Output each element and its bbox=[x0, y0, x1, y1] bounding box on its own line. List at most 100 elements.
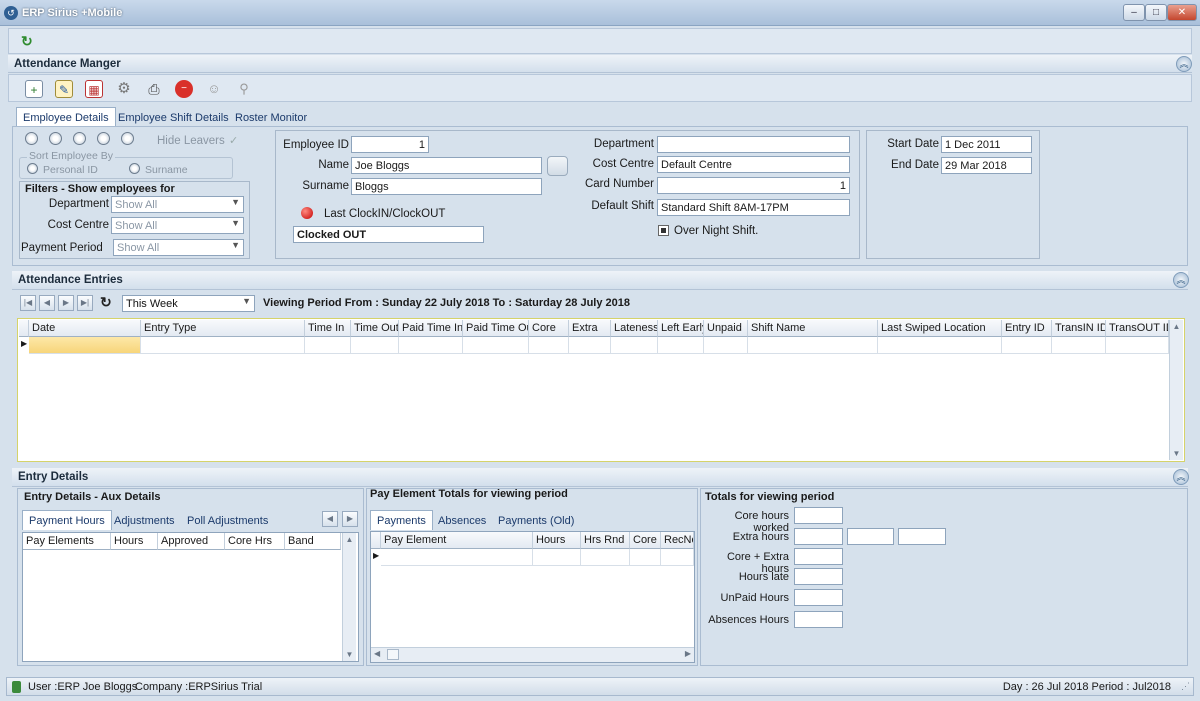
card-number-field[interactable]: 1 bbox=[657, 177, 850, 194]
table-cell[interactable] bbox=[569, 337, 611, 354]
settings-icon[interactable]: ⚙ bbox=[115, 80, 133, 98]
collapse-icon[interactable]: ︽ bbox=[1173, 272, 1189, 288]
tab-roster-monitor[interactable]: Roster Monitor bbox=[228, 107, 314, 127]
edit-icon[interactable]: ✎ bbox=[55, 80, 73, 98]
col-header[interactable]: Shift Name bbox=[748, 320, 878, 337]
table-cell[interactable] bbox=[658, 337, 704, 354]
sort-personal-radio[interactable] bbox=[27, 163, 38, 174]
print-icon[interactable]: ⎙ bbox=[145, 80, 163, 98]
col-header[interactable]: Time In bbox=[305, 320, 351, 337]
maximize-button[interactable]: □ bbox=[1145, 4, 1167, 21]
find-user-icon[interactable]: ⚲ bbox=[235, 80, 253, 98]
tab-payments[interactable]: Payments bbox=[370, 510, 433, 530]
table-cell[interactable] bbox=[141, 337, 305, 354]
nav-last-icon[interactable]: ▶| bbox=[77, 295, 93, 311]
col-header[interactable]: Paid Time In bbox=[399, 320, 463, 337]
col-header[interactable]: Approved bbox=[158, 533, 225, 550]
new-icon[interactable]: + bbox=[25, 80, 43, 98]
table-cell[interactable] bbox=[351, 337, 399, 354]
table-cell[interactable] bbox=[878, 337, 1002, 354]
refresh-record-icon[interactable] bbox=[121, 132, 134, 145]
table-cell[interactable] bbox=[581, 549, 630, 566]
table-cell[interactable] bbox=[381, 549, 533, 566]
table-cell[interactable] bbox=[1052, 337, 1106, 354]
default-shift-field[interactable]: Standard Shift 8AM-17PM bbox=[657, 199, 850, 216]
tab-adjustments[interactable]: Adjustments bbox=[107, 510, 182, 530]
next-record-icon[interactable] bbox=[73, 132, 86, 145]
period-select[interactable]: This Week ▼ bbox=[122, 295, 255, 312]
table-cell[interactable] bbox=[1002, 337, 1052, 354]
col-header[interactable]: Time Out bbox=[351, 320, 399, 337]
employee-surname-field[interactable]: Bloggs bbox=[351, 178, 542, 195]
employee-id-field[interactable]: 1 bbox=[351, 136, 429, 153]
col-header[interactable]: Entry Type bbox=[141, 320, 305, 337]
tab-employee-details[interactable]: Employee Details bbox=[16, 107, 116, 127]
pay-hscrollbar[interactable]: ◀ ▶ bbox=[371, 647, 694, 662]
nav-first-icon[interactable]: |◀ bbox=[20, 295, 36, 311]
col-header[interactable]: Hrs Rnd bbox=[581, 532, 630, 549]
filter-department-select[interactable]: Show All ▼ bbox=[111, 196, 244, 213]
user-icon[interactable]: ☺ bbox=[205, 80, 223, 98]
last-record-icon[interactable] bbox=[97, 132, 110, 145]
refresh-period-icon[interactable]: ↻ bbox=[100, 294, 112, 311]
table-cell[interactable] bbox=[611, 337, 658, 354]
col-header[interactable]: TransIN ID bbox=[1052, 320, 1106, 337]
table-cell[interactable] bbox=[704, 337, 748, 354]
col-header[interactable]: RecNo bbox=[661, 532, 694, 549]
table-cell[interactable] bbox=[748, 337, 878, 354]
col-header[interactable]: Core bbox=[529, 320, 569, 337]
filter-cost-centre-select[interactable]: Show All ▼ bbox=[111, 217, 244, 234]
col-header[interactable]: TransOUT ID bbox=[1106, 320, 1169, 337]
first-record-icon[interactable] bbox=[25, 132, 38, 145]
cost-centre-field[interactable]: Default Centre bbox=[657, 156, 850, 173]
col-header[interactable]: Hours bbox=[111, 533, 158, 550]
col-header[interactable]: Entry ID bbox=[1002, 320, 1052, 337]
table-cell[interactable] bbox=[529, 337, 569, 354]
refresh-icon[interactable]: ↻ bbox=[21, 33, 37, 49]
col-header[interactable]: Core bbox=[630, 532, 661, 549]
overnight-checkbox[interactable] bbox=[658, 225, 669, 236]
employee-name-field[interactable]: Joe Bloggs bbox=[351, 157, 542, 174]
calendar-icon[interactable]: ▦ bbox=[85, 80, 103, 98]
table-cell[interactable] bbox=[305, 337, 351, 354]
col-header[interactable]: Last Swiped Location bbox=[878, 320, 1002, 337]
end-date-field[interactable]: 29 Mar 2018 bbox=[941, 157, 1032, 174]
prev-record-icon[interactable] bbox=[49, 132, 62, 145]
tab-scroll-right-icon[interactable]: ▶ bbox=[342, 511, 358, 527]
close-button[interactable]: ✕ bbox=[1167, 4, 1197, 21]
tab-payments-old[interactable]: Payments (Old) bbox=[491, 510, 581, 530]
table-cell[interactable] bbox=[463, 337, 529, 354]
table-cell[interactable] bbox=[399, 337, 463, 354]
sort-surname-radio[interactable] bbox=[129, 163, 140, 174]
delete-icon[interactable]: − bbox=[175, 80, 193, 98]
col-header[interactable]: Core Hrs bbox=[225, 533, 285, 550]
tab-scroll-left-icon[interactable]: ◀ bbox=[322, 511, 338, 527]
filter-payment-period-select[interactable]: Show All ▼ bbox=[113, 239, 244, 256]
col-header[interactable]: Paid Time Out bbox=[463, 320, 529, 337]
minimize-button[interactable]: – bbox=[1123, 4, 1145, 21]
col-header[interactable]: Left Early bbox=[658, 320, 704, 337]
col-header[interactable]: Lateness bbox=[611, 320, 658, 337]
tab-payment-hours[interactable]: Payment Hours bbox=[22, 510, 112, 530]
table-cell[interactable] bbox=[630, 549, 661, 566]
col-header[interactable]: Pay Elements bbox=[23, 533, 111, 550]
nav-next-icon[interactable]: ▶ bbox=[58, 295, 74, 311]
col-header[interactable]: Extra bbox=[569, 320, 611, 337]
tab-poll-adjustments[interactable]: Poll Adjustments bbox=[180, 510, 275, 530]
table-cell[interactable] bbox=[533, 549, 581, 566]
hide-leavers-checkbox[interactable]: ✓ bbox=[229, 135, 241, 147]
table-cell[interactable] bbox=[1106, 337, 1169, 354]
tab-absences[interactable]: Absences bbox=[431, 510, 493, 530]
table-cell[interactable] bbox=[661, 549, 694, 566]
col-header[interactable]: Date bbox=[29, 320, 141, 337]
attendance-scrollbar[interactable]: ▲ ▼ bbox=[1169, 320, 1183, 460]
resize-grip-icon[interactable]: ⋰ bbox=[1181, 681, 1190, 692]
date-cell-selected[interactable] bbox=[29, 337, 141, 354]
nav-prev-icon[interactable]: ◀ bbox=[39, 295, 55, 311]
start-date-field[interactable]: 1 Dec 2011 bbox=[941, 136, 1032, 153]
aux-scrollbar[interactable]: ▲ ▼ bbox=[342, 533, 356, 661]
tab-employee-shift-details[interactable]: Employee Shift Details bbox=[111, 107, 236, 127]
col-header[interactable]: Hours bbox=[533, 532, 581, 549]
col-header[interactable]: Pay Element bbox=[381, 532, 533, 549]
department-field[interactable] bbox=[657, 136, 850, 153]
